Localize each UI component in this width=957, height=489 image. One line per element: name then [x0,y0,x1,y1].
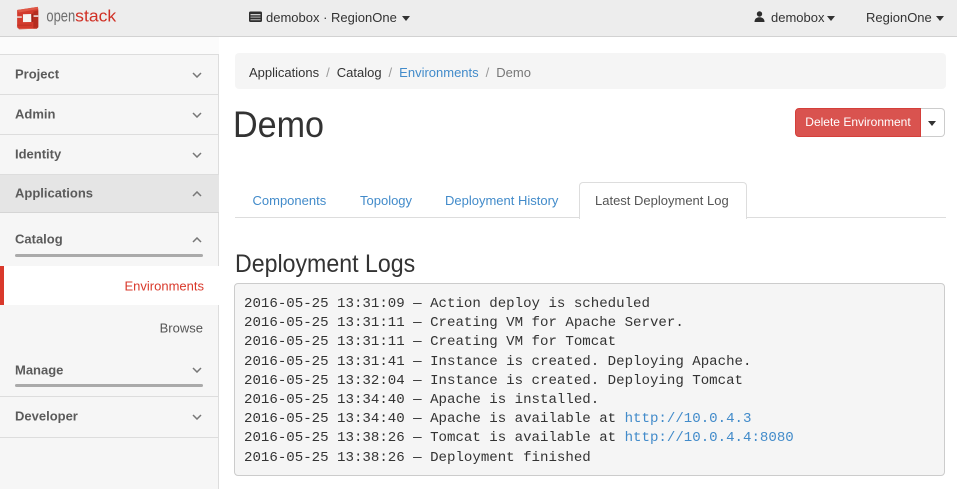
svg-text:stack: stack [75,6,117,25]
svg-text:open: open [46,6,75,25]
